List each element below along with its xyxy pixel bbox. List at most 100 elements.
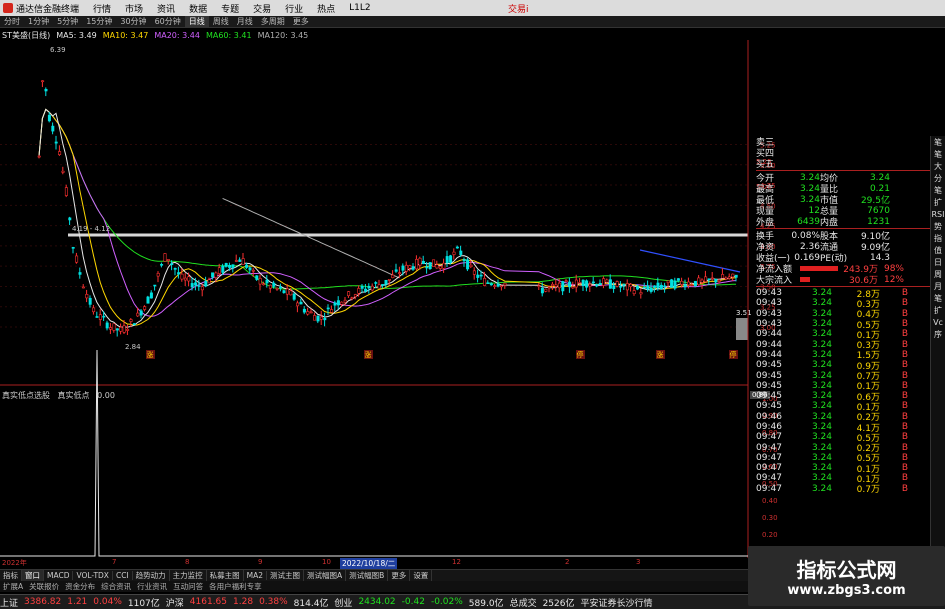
indicator-tab[interactable]: 私募主图 xyxy=(207,570,244,581)
candle-body xyxy=(37,155,41,158)
function-tab[interactable]: 资金分布 xyxy=(62,581,98,592)
index-hs-label[interactable]: 沪深 xyxy=(166,596,184,609)
index-sh-label[interactable]: 上证 xyxy=(0,596,18,609)
sidebar-button[interactable]: 笔 xyxy=(931,184,945,196)
candle-body xyxy=(302,308,306,313)
period-1min[interactable]: 1分钟 xyxy=(24,16,53,27)
sidebar-button[interactable]: Vc xyxy=(931,316,945,328)
high-label: 6.39 xyxy=(50,46,66,54)
tick-cell: B xyxy=(901,360,908,371)
candle-body xyxy=(605,279,609,283)
trade-button[interactable]: 交易ⅰ xyxy=(508,2,529,15)
period-15min[interactable]: 15分钟 xyxy=(82,16,116,27)
function-tab[interactable]: 扩展A xyxy=(0,581,26,592)
period-multi[interactable]: 多周期 xyxy=(257,16,289,27)
sidebar-button[interactable]: 笔 xyxy=(931,148,945,160)
sidebar-button[interactable]: 大 xyxy=(931,160,945,172)
time-label: 10 xyxy=(322,558,331,566)
menu-hangqing[interactable]: 行情 xyxy=(93,2,111,15)
menu-zhuanti[interactable]: 专题 xyxy=(221,2,239,15)
sidebar-button[interactable]: 笔 xyxy=(931,292,945,304)
menu-shichang[interactable]: 市场 xyxy=(125,2,143,15)
sidebar-button[interactable]: 指 xyxy=(931,232,945,244)
menu-shuju[interactable]: 数据 xyxy=(189,2,207,15)
indicator-tab[interactable]: 趋势动力 xyxy=(133,570,170,581)
candle-body xyxy=(493,285,497,287)
sidebar-button[interactable]: 分 xyxy=(931,172,945,184)
ma60-line xyxy=(38,108,737,290)
sidebar-button[interactable]: 周 xyxy=(931,268,945,280)
index-sh-value: 3386.82 xyxy=(24,597,62,607)
candle-body xyxy=(377,284,381,289)
candle-body xyxy=(425,266,429,269)
index-cy-label[interactable]: 创业 xyxy=(334,596,352,609)
indicator-tab[interactable]: 更多 xyxy=(388,570,411,581)
candle-body xyxy=(381,284,385,286)
candle-body xyxy=(357,288,361,294)
candle-body xyxy=(415,259,419,270)
tick-cell: B xyxy=(901,329,908,340)
candlesticks xyxy=(37,80,738,337)
function-tab[interactable]: 关联报价 xyxy=(26,581,62,592)
tick-cell: 09:45 xyxy=(756,360,782,371)
period-60min[interactable]: 60分钟 xyxy=(151,16,185,27)
time-label: 8 xyxy=(185,558,190,566)
period-30min[interactable]: 30分钟 xyxy=(116,16,150,27)
tick-cell: 0.7万 xyxy=(856,485,880,496)
candle-body xyxy=(680,280,684,285)
candle-body xyxy=(500,285,504,288)
menu-zixun[interactable]: 资讯 xyxy=(157,2,175,15)
candle-body xyxy=(71,247,75,249)
sidebar-button[interactable]: 日 xyxy=(931,256,945,268)
menu-l1l2[interactable]: L1L2 xyxy=(349,3,370,13)
period-month[interactable]: 月线 xyxy=(233,16,257,27)
sidebar-button[interactable]: 势 xyxy=(931,220,945,232)
sidebar-button[interactable]: 笔 xyxy=(931,136,945,148)
candle-body xyxy=(537,285,541,288)
sidebar-button[interactable]: 扩 xyxy=(931,196,945,208)
function-tab[interactable]: 互动问答 xyxy=(170,581,206,592)
ma120-label: MA120: 3.45 xyxy=(257,31,309,40)
candle-body xyxy=(258,278,262,285)
menu-jiaoyi[interactable]: 交易 xyxy=(253,2,271,15)
tick-cell: B xyxy=(901,473,908,484)
indicator-tab[interactable]: VOL-TDX xyxy=(73,571,113,580)
indicator-tab[interactable]: 设置 xyxy=(410,570,433,581)
period-more[interactable]: 更多 xyxy=(289,16,313,27)
indicator-tab[interactable]: CCI xyxy=(113,571,133,580)
function-tab[interactable]: 综合资讯 xyxy=(98,581,134,592)
function-tab[interactable]: 各用户福利专享 xyxy=(206,581,265,592)
candle-body xyxy=(170,263,174,265)
indicator-tab[interactable]: 测试幅图A xyxy=(304,570,347,581)
period-week[interactable]: 周线 xyxy=(209,16,233,27)
indicator-tab[interactable]: MACD xyxy=(44,571,74,580)
candle-body xyxy=(262,283,266,286)
indicator-tab[interactable]: 测试主图 xyxy=(267,570,305,581)
candle-body xyxy=(336,300,340,306)
candle-body xyxy=(462,259,466,262)
sidebar-button[interactable]: 值 xyxy=(931,244,945,256)
period-fenshi[interactable]: 分时 xyxy=(0,16,24,27)
sidebar-button[interactable]: RSI xyxy=(931,208,945,220)
sidebar-button[interactable]: 扩 xyxy=(931,304,945,316)
sidebar-button[interactable]: 月 xyxy=(931,280,945,292)
period-day[interactable]: 日线 xyxy=(184,16,209,27)
indicator-tab[interactable]: MA2 xyxy=(244,571,268,580)
candle-body xyxy=(241,258,245,265)
candle-body xyxy=(496,283,500,287)
indicator-tab[interactable]: 主力监控 xyxy=(170,570,207,581)
function-tab[interactable]: 行业资讯 xyxy=(134,581,170,592)
menu-redian[interactable]: 热点 xyxy=(317,2,335,15)
period-5min[interactable]: 5分钟 xyxy=(53,16,82,27)
indicator-tab[interactable]: 窗口 xyxy=(22,570,44,581)
menu-hangye[interactable]: 行业 xyxy=(285,2,303,15)
tick-cell: 09:47 xyxy=(756,442,782,453)
kline-chart[interactable]: 涨 涨 停 涨 停 6.39 2.84 4.19 - 4.12 3.51 xyxy=(0,40,756,558)
candle-body xyxy=(265,279,269,284)
indicator-tab[interactable]: 测试幅图B xyxy=(346,570,389,581)
quote-row: 外盘 6439 内盘 1231 xyxy=(756,216,944,229)
indicator-tab[interactable]: 指标 xyxy=(0,570,22,581)
tick-cell: 3.24 xyxy=(811,452,832,463)
candle-body xyxy=(714,278,718,283)
sidebar-button[interactable]: 序 xyxy=(931,328,945,340)
